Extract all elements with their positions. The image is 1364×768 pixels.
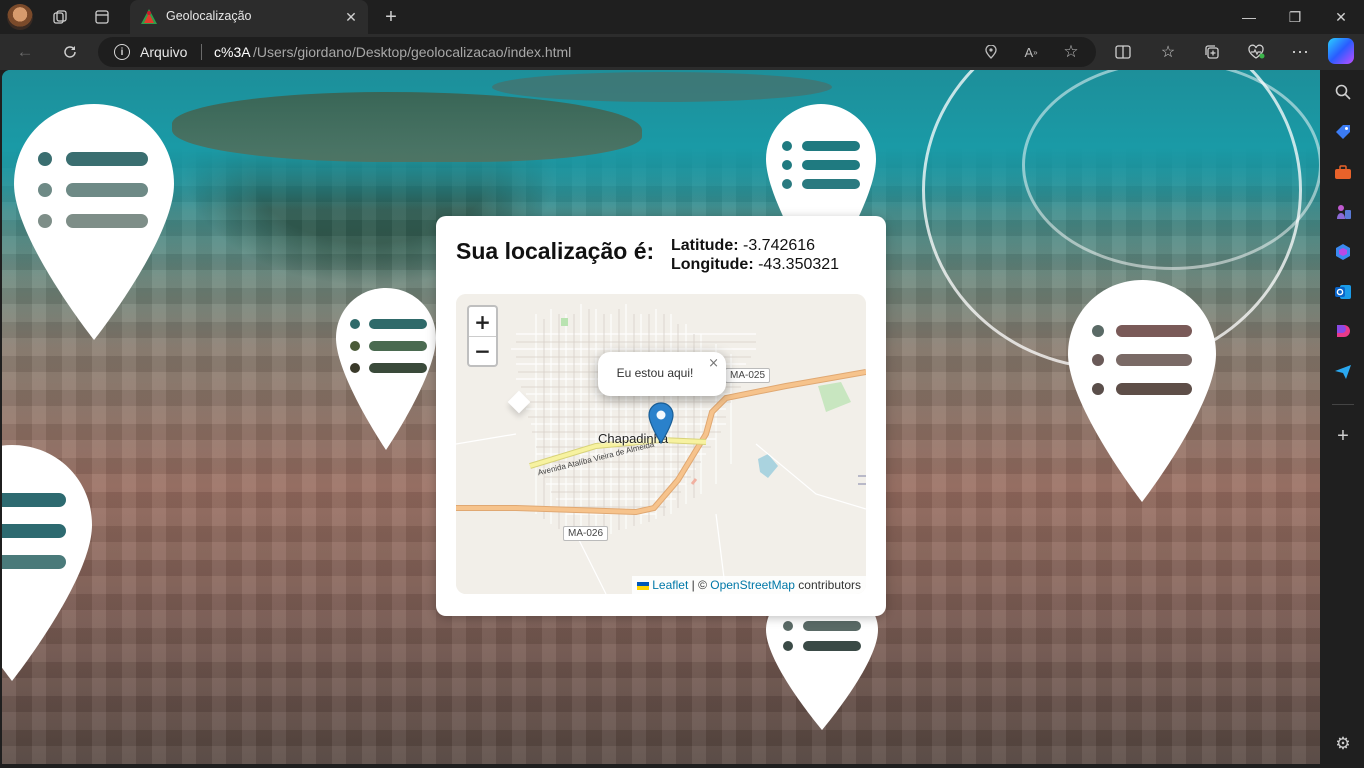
sidebar-separator bbox=[1332, 404, 1354, 405]
attribution-separator: | © bbox=[688, 578, 711, 592]
copilot-icon[interactable] bbox=[1328, 38, 1354, 64]
latitude-value: -3.742616 bbox=[743, 237, 816, 254]
workspaces-icon[interactable] bbox=[46, 4, 74, 30]
window-bottom-edge bbox=[0, 764, 1322, 768]
attribution-contributors: contributors bbox=[794, 578, 861, 592]
location-pin-icon[interactable] bbox=[979, 41, 1003, 63]
split-screen-icon[interactable] bbox=[1108, 38, 1138, 66]
heartbeat-icon[interactable] bbox=[1241, 38, 1271, 66]
new-tab-button[interactable]: + bbox=[378, 4, 404, 30]
url-host: c%3A bbox=[214, 44, 251, 60]
url-path: /Users/giordano/Desktop/geolocalizacao/i… bbox=[253, 44, 572, 60]
openstreetmap-link[interactable]: OpenStreetMap bbox=[710, 578, 795, 592]
coordinates-block: Latitude: -3.742616 Longitude: -43.35032… bbox=[671, 236, 839, 274]
active-tab[interactable]: Geolocalização ✕ bbox=[130, 0, 368, 34]
copilot-sidebar-icon[interactable] bbox=[1331, 240, 1355, 264]
tab-title: Geolocalização bbox=[166, 9, 252, 23]
outlook-icon[interactable] bbox=[1331, 280, 1355, 304]
collections-icon[interactable] bbox=[1197, 38, 1227, 66]
site-info-label[interactable]: Arquivo bbox=[140, 44, 187, 60]
title-bar: Geolocalização ✕ + — ❐ ✕ bbox=[0, 0, 1364, 34]
popup-text: Eu estou aqui! bbox=[616, 366, 694, 380]
road-label-ma025: MA-025 bbox=[725, 368, 771, 383]
info-icon[interactable]: i bbox=[114, 44, 130, 60]
toolbox-icon[interactable] bbox=[1331, 160, 1355, 184]
settings-icon[interactable]: ⚙ bbox=[1331, 732, 1355, 756]
profile-avatar[interactable] bbox=[7, 4, 33, 30]
road-label-ma026: MA-026 bbox=[563, 526, 609, 541]
restore-button[interactable]: ❐ bbox=[1272, 0, 1318, 34]
background-headland bbox=[492, 72, 832, 102]
tab-actions-icon[interactable] bbox=[88, 4, 116, 30]
leaflet-link[interactable]: Leaflet bbox=[652, 578, 688, 592]
longitude-row: Longitude: -43.350321 bbox=[671, 255, 839, 274]
latitude-row: Latitude: -3.742616 bbox=[671, 236, 839, 255]
refresh-button[interactable] bbox=[55, 38, 85, 66]
back-button[interactable]: ← bbox=[10, 38, 40, 66]
marker-popup: Eu estou aqui! × bbox=[598, 352, 726, 396]
read-aloud-icon[interactable]: A» bbox=[1019, 41, 1043, 63]
shopping-tag-icon[interactable] bbox=[1331, 120, 1355, 144]
map-pin-decoration bbox=[1068, 280, 1216, 502]
address-separator bbox=[201, 44, 202, 60]
search-icon[interactable] bbox=[1331, 80, 1355, 104]
page-title: Sua localização é: bbox=[456, 238, 655, 264]
map-pin-decoration bbox=[2, 445, 92, 681]
map-pin-decoration bbox=[336, 288, 436, 450]
map-pin-decoration bbox=[14, 104, 174, 340]
add-icon[interactable]: + bbox=[1331, 424, 1355, 448]
close-tab-icon[interactable]: ✕ bbox=[340, 6, 362, 28]
ukraine-flag-icon bbox=[636, 582, 649, 590]
zoom-out-button[interactable]: − bbox=[469, 336, 496, 365]
page-viewport: Sua localização é: Latitude: -3.742616 L… bbox=[2, 70, 1320, 764]
navigation-toolbar: ← i Arquivo c%3A /Users/giordano/Desktop… bbox=[0, 34, 1364, 70]
longitude-value: -43.350321 bbox=[758, 256, 840, 273]
star-icon[interactable]: ☆ bbox=[1059, 41, 1083, 63]
location-marker-icon[interactable] bbox=[648, 402, 674, 449]
location-card: Sua localização é: Latitude: -3.742616 L… bbox=[436, 216, 886, 616]
send-icon[interactable] bbox=[1331, 360, 1355, 384]
games-icon[interactable] bbox=[1331, 200, 1355, 224]
designer-icon[interactable] bbox=[1331, 320, 1355, 344]
latitude-label: Latitude: bbox=[671, 237, 739, 254]
minimize-button[interactable]: — bbox=[1226, 0, 1272, 34]
longitude-label: Longitude: bbox=[671, 256, 754, 273]
address-bar[interactable]: i Arquivo c%3A /Users/giordano/Desktop/g… bbox=[98, 37, 1096, 67]
map-attribution: Leaflet | © OpenStreetMap contributors bbox=[631, 576, 866, 594]
browser-sidebar: + ⚙ bbox=[1322, 70, 1364, 768]
zoom-control: + − bbox=[467, 305, 498, 367]
popup-close-icon[interactable]: × bbox=[708, 356, 719, 371]
refresh-icon bbox=[64, 46, 76, 58]
close-window-button[interactable]: ✕ bbox=[1318, 0, 1364, 34]
decorative-arc-2 bbox=[1022, 70, 1320, 270]
leaflet-map[interactable]: MA-025 MA-026 Chapadinha Avenida Atalíba… bbox=[456, 294, 866, 594]
more-icon[interactable]: ⋯ bbox=[1285, 38, 1315, 66]
favicon-icon bbox=[141, 9, 157, 24]
favorites-icon[interactable]: ☆ bbox=[1153, 38, 1183, 66]
zoom-in-button[interactable]: + bbox=[469, 307, 496, 336]
